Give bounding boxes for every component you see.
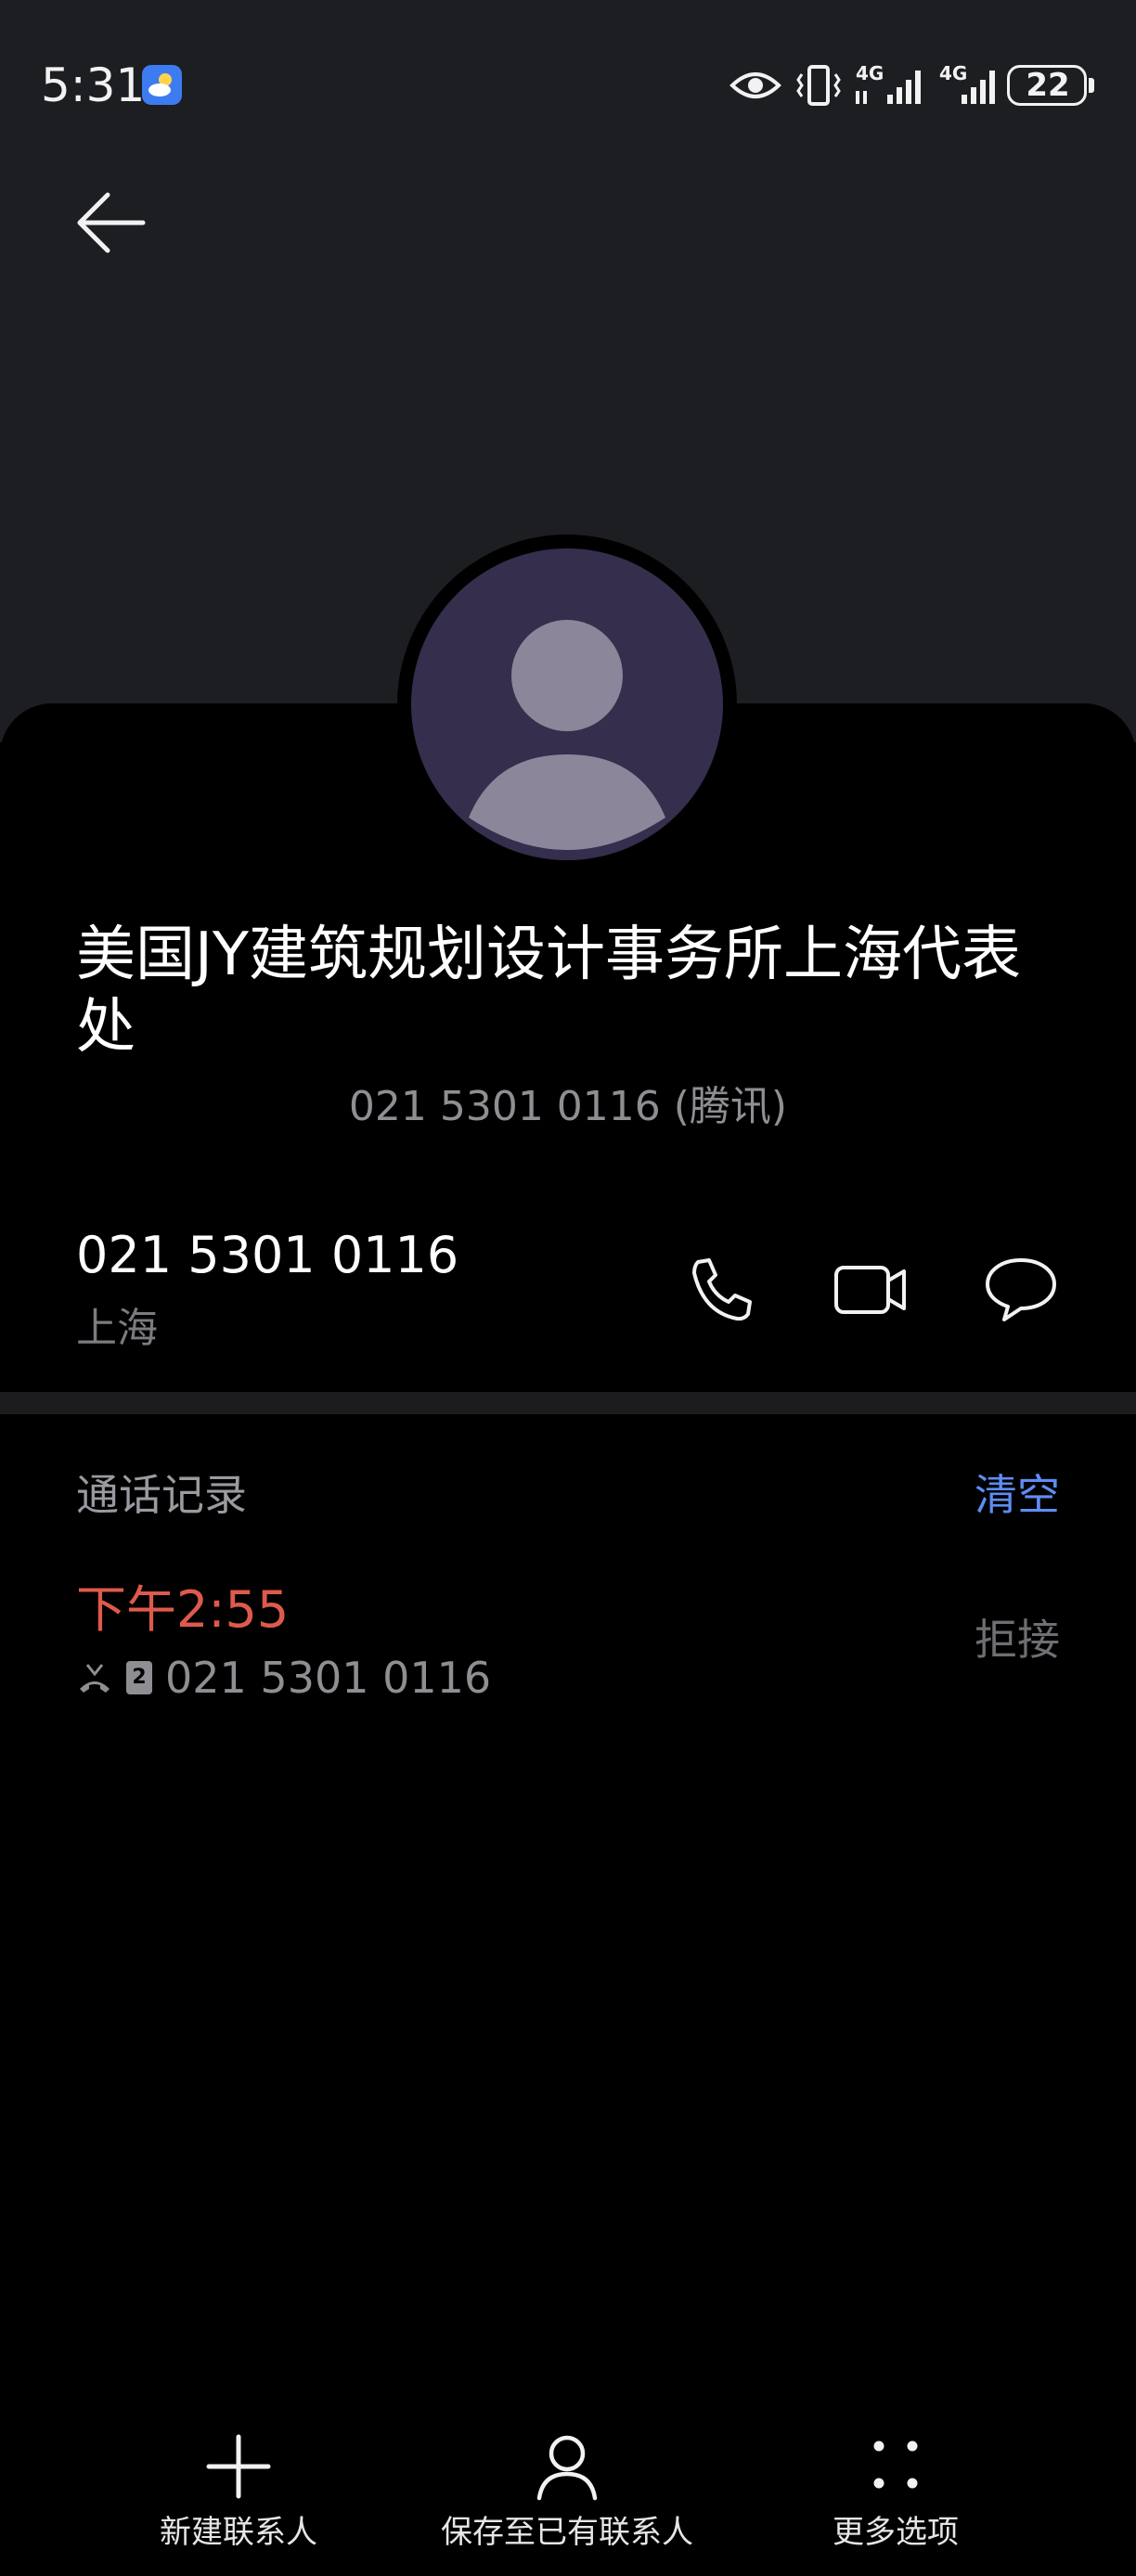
message-icon[interactable] — [984, 1255, 1058, 1325]
rejected-call-icon — [80, 1664, 110, 1693]
avatar[interactable] — [411, 548, 723, 860]
battery-level: 22 — [1026, 67, 1070, 104]
contact-source-number: 021 5301 0116 (腾讯) — [348, 1083, 788, 1130]
call-log-title: 通话记录 — [76, 1470, 247, 1520]
contact-name: 美国JY建筑规划设计事务所上海代表处 — [76, 921, 1021, 1062]
save-to-existing-contact-label: 保存至已有联系人 — [441, 2514, 693, 2551]
call-log-number: 021 5301 0116 — [165, 1653, 492, 1703]
weather-icon — [142, 65, 182, 105]
eye-icon — [729, 72, 781, 98]
section-divider — [0, 1392, 1136, 1414]
cellular-signal-icon: 4G — [939, 62, 995, 104]
call-log-status: 拒接 — [975, 1615, 1060, 1665]
phone-call-icon[interactable] — [685, 1255, 759, 1325]
person-outline-icon — [536, 2435, 598, 2501]
cellular-signal-icon: 4G — [856, 62, 921, 104]
new-contact-button[interactable]: 新建联系人 — [71, 2429, 406, 2559]
phone-number[interactable]: 021 5301 0116 — [76, 1223, 458, 1288]
status-time: 5:31 — [41, 58, 146, 112]
back-arrow-icon[interactable] — [74, 190, 148, 255]
more-options-button[interactable]: 更多选项 — [729, 2429, 1063, 2559]
call-log-time: 下午2:55 — [76, 1580, 290, 1639]
vibrate-icon — [796, 65, 841, 106]
network-type-label: 4G — [939, 62, 967, 84]
person-icon — [469, 620, 665, 850]
status-bar: 5:31 4G 4G 22 — [0, 0, 1136, 167]
plus-icon — [206, 2434, 271, 2499]
sim-card-icon: 2 — [126, 1661, 152, 1694]
network-type-label: 4G — [856, 62, 884, 84]
video-call-icon[interactable] — [833, 1255, 908, 1325]
more-options-label: 更多选项 — [833, 2514, 959, 2551]
new-contact-label: 新建联系人 — [160, 2514, 317, 2551]
save-to-existing-contact-button[interactable]: 保存至已有联系人 — [400, 2429, 734, 2559]
call-log-entry[interactable]: 2 021 5301 0116 — [76, 1652, 491, 1704]
clear-call-log-button[interactable]: 清空 — [975, 1466, 1060, 1524]
phone-location: 上海 — [76, 1305, 158, 1352]
more-dots-icon — [873, 2441, 918, 2489]
battery-cap — [1089, 78, 1094, 93]
